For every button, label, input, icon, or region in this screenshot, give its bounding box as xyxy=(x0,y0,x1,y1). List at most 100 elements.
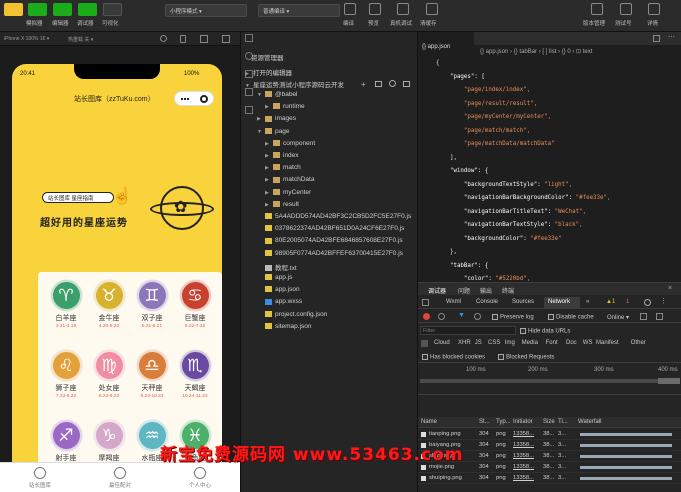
code-line[interactable]: "window": { xyxy=(436,168,488,181)
zodiac-item[interactable]: ♎ 天秤座 9.23-10.23 xyxy=(129,350,175,399)
tab-console[interactable]: Console xyxy=(476,299,498,305)
tree-file[interactable]: 5A4ADDD574AD42BF3C2CB5D2FC5E27F0.js xyxy=(241,213,411,225)
type-filter-cloud[interactable]: Cloud xyxy=(434,340,450,346)
visual-toggle-button[interactable] xyxy=(103,3,122,16)
compile-icon[interactable] xyxy=(344,3,356,15)
close-circle-icon[interactable] xyxy=(200,95,208,103)
settings-icon[interactable] xyxy=(644,299,651,306)
network-row[interactable]: tianping.png 304 png 13358... 38... 3... xyxy=(418,429,681,440)
split-editor-icon[interactable] xyxy=(653,35,660,42)
zodiac-item[interactable]: ♏ 天蝎座 10.24-11.22 xyxy=(172,350,218,399)
code-line[interactable]: "tabBar": { xyxy=(436,263,488,276)
tree-folder[interactable]: ▶ match xyxy=(241,164,301,176)
col-initiator[interactable]: Initiator xyxy=(513,419,533,425)
code-line[interactable]: "pages": [ xyxy=(436,74,485,87)
code-line[interactable]: { xyxy=(436,60,440,73)
tree-folder[interactable]: ▼ page xyxy=(241,128,289,140)
project-section[interactable]: ▼ 星座运势测试小程序源码云开发 + xyxy=(241,79,419,91)
clear-cache-icon[interactable] xyxy=(426,3,438,15)
type-filter-font[interactable]: Font xyxy=(546,340,558,346)
tab-more[interactable]: » xyxy=(586,299,589,305)
search-icon[interactable] xyxy=(474,313,481,320)
zodiac-item[interactable]: ♋ 巨蟹座 6.22-7.22 xyxy=(172,280,218,329)
tab-sources[interactable]: Sources xyxy=(512,299,534,305)
more-menu-icon[interactable]: ⋮ xyxy=(660,297,667,305)
hide-data-urls-checkbox[interactable]: Hide data URLs xyxy=(520,328,570,335)
code-line[interactable]: "backgroundTextStyle": "light", xyxy=(436,182,572,195)
preserve-log-checkbox[interactable]: Preserve log xyxy=(492,314,534,321)
more-actions-icon[interactable]: ⋯ xyxy=(668,33,675,41)
col-time[interactable]: Ti... xyxy=(558,419,568,425)
close-panel-icon[interactable]: × xyxy=(668,285,672,292)
hotreload-select[interactable]: 热重载 关 ▾ xyxy=(68,36,93,43)
tree-file[interactable]: sitemap.json xyxy=(241,323,312,335)
expand-icon[interactable] xyxy=(222,35,230,43)
tree-folder[interactable]: ▶ matchData xyxy=(241,176,314,188)
zodiac-item[interactable]: ♈ 白羊座 3.21-4.19 xyxy=(43,280,89,329)
collapse-icon[interactable] xyxy=(403,81,410,87)
tree-file[interactable]: 80E2005074AD42BFE6846857608E27F0.js xyxy=(241,237,403,249)
code-line[interactable]: "navigationBarBackgroundColor": "#fee33e… xyxy=(436,195,611,208)
record-icon[interactable] xyxy=(423,313,430,320)
tab-output[interactable]: 输出 xyxy=(480,286,492,295)
blocked-requests-checkbox[interactable]: Blocked Requests xyxy=(498,354,554,361)
col-waterfall[interactable]: Waterfall xyxy=(578,419,601,425)
filter-input[interactable] xyxy=(420,326,516,335)
test-account-icon[interactable] xyxy=(620,3,632,15)
more-icon[interactable] xyxy=(181,98,189,100)
filter-icon[interactable]: ▼ xyxy=(458,312,465,319)
tab-wxml[interactable]: Wxml xyxy=(446,299,461,305)
code-line[interactable]: "navigationBarTextStyle": "black", xyxy=(436,222,583,235)
code-line[interactable]: "page/result/result", xyxy=(436,101,537,114)
throttle-select[interactable]: Online ▾ xyxy=(607,314,629,321)
code-line[interactable]: "page/match/match", xyxy=(436,128,530,141)
type-filter-css[interactable]: CSS xyxy=(488,340,500,346)
type-filter-other[interactable]: Other xyxy=(631,340,646,346)
col-status[interactable]: St... xyxy=(479,419,490,425)
tree-folder[interactable]: ▶ images xyxy=(241,115,296,127)
code-line[interactable]: }, xyxy=(436,249,457,262)
tree-file[interactable]: project.config.json xyxy=(241,311,327,323)
tree-folder[interactable]: ▶ component xyxy=(241,140,315,152)
col-type[interactable]: Typ... xyxy=(496,419,511,425)
type-filter-img[interactable]: Img xyxy=(505,340,515,346)
code-line[interactable]: "backgroundColor": "#fee33e" xyxy=(436,236,562,249)
code-line[interactable]: "page/myCenter/myCenter", xyxy=(436,114,551,127)
tab-terminal[interactable]: 终端 xyxy=(502,286,514,295)
refresh-icon[interactable] xyxy=(389,80,396,87)
clear-icon[interactable] xyxy=(438,313,445,320)
version-control-icon[interactable] xyxy=(591,3,603,15)
editor-toggle-button[interactable] xyxy=(53,3,72,16)
code-line[interactable]: "navigationBarTitleText": "WeChat", xyxy=(436,209,586,222)
tab-profile[interactable]: 个人中心 xyxy=(160,463,240,489)
files-icon[interactable] xyxy=(245,34,253,42)
tree-file[interactable]: 教程.txt xyxy=(241,262,297,274)
new-folder-icon[interactable] xyxy=(375,81,382,87)
tab-match[interactable]: 最佳配对 xyxy=(80,463,160,489)
tree-folder[interactable]: ▶ result xyxy=(241,201,299,213)
tree-folder[interactable]: ▶ myCenter xyxy=(241,189,311,201)
code-line[interactable]: "page/index/index", xyxy=(436,87,530,100)
tree-folder[interactable]: ▼ @babel xyxy=(241,91,298,103)
zodiac-item[interactable]: ♍ 处女座 8.23-9.22 xyxy=(86,350,132,399)
type-filter-manifest[interactable]: Manifest xyxy=(596,340,619,346)
compile-select[interactable]: 普通编译 ▾ xyxy=(258,4,340,17)
col-size[interactable]: Size xyxy=(543,419,555,425)
new-file-icon[interactable]: + xyxy=(361,80,366,89)
tree-file[interactable]: 98905F0774AD42BFFEF63700415E27F0.js xyxy=(241,250,403,262)
type-filter-media[interactable]: Media xyxy=(522,340,538,346)
type-filter-ws[interactable]: WS xyxy=(583,340,593,346)
tab-debugger[interactable]: 调试器 xyxy=(428,286,446,295)
tree-file[interactable]: app.js xyxy=(241,274,292,286)
zodiac-item[interactable]: ♌ 狮子座 7.23-8.22 xyxy=(43,350,89,399)
tree-file[interactable]: 0378622374AD42BF651D0A24CF6E27F0.js xyxy=(241,225,404,237)
remote-debug-icon[interactable] xyxy=(397,3,409,15)
window-icon[interactable] xyxy=(200,35,208,43)
details-icon[interactable] xyxy=(648,3,660,15)
export-icon[interactable] xyxy=(656,313,663,320)
code-line[interactable]: "page/matchData/matchData" xyxy=(436,141,555,154)
tree-folder[interactable]: ▶ runtime xyxy=(241,103,305,115)
tab-home[interactable]: 站长图库 xyxy=(0,463,80,489)
preview-icon[interactable] xyxy=(369,3,381,15)
col-name[interactable]: Name xyxy=(421,419,437,425)
